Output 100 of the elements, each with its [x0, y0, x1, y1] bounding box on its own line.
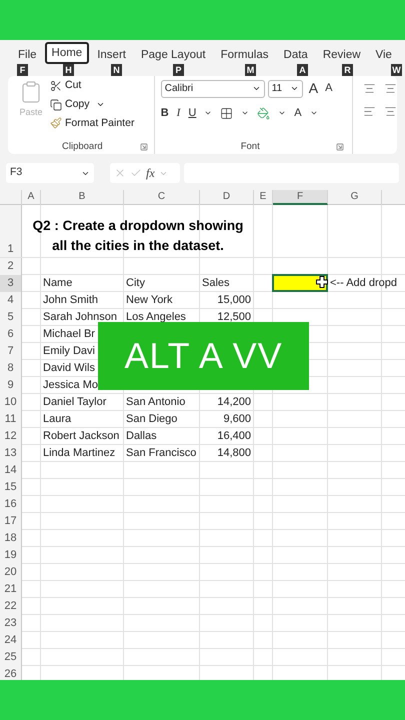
column-header[interactable]: C	[124, 190, 200, 205]
cell-text: 12,500	[217, 310, 251, 325]
row-header[interactable]: 5	[0, 309, 22, 326]
row-header[interactable]: 1	[0, 205, 22, 257]
group-label: Clipboard	[62, 140, 103, 154]
row-header[interactable]: 23	[0, 615, 22, 632]
row-header[interactable]: 4	[0, 292, 22, 308]
bold-button[interactable]: B	[160, 105, 169, 122]
keytip: N	[111, 64, 122, 76]
ribbon-tab[interactable]: Page Layout	[140, 46, 206, 64]
font-size-field[interactable]: 11	[268, 80, 303, 98]
keytip: R	[342, 64, 353, 76]
column-header[interactable]: A	[22, 190, 41, 205]
cell-text: 9,600	[223, 412, 251, 427]
row-header[interactable]: 20	[0, 564, 22, 580]
cell-text: San Antonio	[126, 395, 186, 410]
ribbon-tab[interactable]: Formulas	[220, 46, 269, 64]
dialog-launcher-icon[interactable]	[140, 143, 148, 151]
question-text: Q2 : Create a dropdown showing all the cities in the dataset.	[32, 217, 244, 255]
cell-text: Robert Jackson	[43, 429, 120, 444]
chevron-icon[interactable]	[252, 84, 261, 93]
copy-icon	[50, 98, 62, 111]
column-header[interactable]: B	[41, 190, 124, 205]
cell-text: City	[126, 276, 145, 291]
row-header[interactable]: 2	[0, 258, 22, 274]
borders-icon[interactable]	[220, 106, 234, 120]
column-header[interactable]: F	[273, 190, 328, 205]
ribbon-tab[interactable]: Insert	[97, 46, 126, 64]
row-header[interactable]: 9	[0, 377, 22, 394]
align-icon[interactable]	[363, 82, 376, 95]
shrink-font-button[interactable]: A	[325, 80, 332, 97]
cell-text: Sales	[202, 276, 230, 291]
ribbon-tab[interactable]: Vie	[376, 46, 392, 64]
keytip: F	[17, 64, 28, 76]
row-header[interactable]: 19	[0, 547, 22, 564]
grow-font-button[interactable]: A	[308, 78, 318, 99]
insert-function-button[interactable]: fx	[146, 164, 155, 182]
row-header[interactable]: 7	[0, 343, 22, 360]
row-header[interactable]: 22	[0, 598, 22, 614]
cell-text: 14,200	[217, 395, 251, 410]
row-header[interactable]: 12	[0, 428, 22, 444]
cell-text: Name	[43, 276, 72, 291]
underline-button[interactable]: U	[188, 105, 196, 122]
cell-text: Los Angeles	[126, 310, 186, 325]
shortcut-banner: ALT A VV	[98, 322, 309, 390]
align-icon[interactable]	[384, 82, 397, 95]
row-header[interactable]: 15	[0, 479, 22, 496]
align-icon[interactable]	[384, 105, 397, 118]
column-header[interactable]: D	[200, 190, 254, 205]
cell-text: 14,800	[217, 446, 251, 461]
font-name-field[interactable]: Calibri	[160, 80, 265, 98]
copy-button[interactable]: Copy	[50, 96, 90, 112]
row-header[interactable]: 18	[0, 530, 22, 546]
font-color-button[interactable]: A	[294, 105, 302, 122]
row-header[interactable]: 8	[0, 360, 22, 376]
cell-text: Dallas	[126, 429, 157, 444]
row-header[interactable]: 26	[0, 666, 22, 680]
row-header[interactable]: 24	[0, 632, 22, 648]
format-painter-button[interactable]: Format Painter	[50, 116, 134, 132]
column-header[interactable]: G	[328, 190, 382, 205]
cell-text: John Smith	[43, 293, 98, 308]
row-header[interactable]: 13	[0, 445, 22, 462]
paintbrush-icon	[50, 117, 62, 130]
dialog-launcher-icon[interactable]	[336, 143, 344, 151]
row-header[interactable]: 10	[0, 394, 22, 410]
cell-text: San Diego	[126, 412, 178, 427]
cursor-icon	[316, 276, 328, 288]
name-box[interactable]: F3	[6, 163, 94, 183]
row-header[interactable]: 14	[0, 462, 22, 478]
cell-text: New York	[126, 293, 172, 308]
cell-text: Sarah Johnson	[43, 310, 117, 325]
row-header[interactable]: 16	[0, 496, 22, 512]
row-header[interactable]: 3	[0, 275, 22, 292]
align-icon[interactable]	[363, 105, 376, 118]
keytip: W	[391, 64, 402, 76]
cell-text: Emily Davi	[43, 344, 95, 359]
ribbon-tab[interactable]: Home	[44, 42, 90, 64]
keytip: A	[297, 64, 308, 76]
ribbon-tab[interactable]: Data	[284, 46, 308, 64]
cell-text: Linda Martinez	[43, 446, 116, 461]
keytip: M	[245, 64, 256, 76]
cell-text: Laura	[43, 412, 72, 427]
cell-text: David Wils	[43, 361, 95, 376]
row-header[interactable]: 25	[0, 649, 22, 666]
fill-color-icon[interactable]	[257, 106, 270, 120]
chevron-icon[interactable]	[290, 84, 299, 93]
cell-text: 16,400	[217, 429, 251, 444]
row-header[interactable]: 11	[0, 411, 22, 428]
row-header[interactable]: 21	[0, 581, 22, 598]
cell-text: <-- Add dropd	[330, 276, 397, 291]
ribbon-tab[interactable]: File	[18, 46, 37, 64]
italic-button[interactable]: I	[176, 105, 180, 122]
group-label: Font	[240, 140, 260, 154]
ribbon-tab[interactable]: Review	[322, 46, 361, 64]
row-header[interactable]: 17	[0, 513, 22, 530]
cell-text: San Francisco	[126, 446, 196, 461]
cell-text: 15,000	[217, 293, 251, 308]
row-header[interactable]: 6	[0, 326, 22, 342]
keytip: H	[63, 64, 74, 76]
cut-button[interactable]: Cut	[50, 78, 134, 94]
